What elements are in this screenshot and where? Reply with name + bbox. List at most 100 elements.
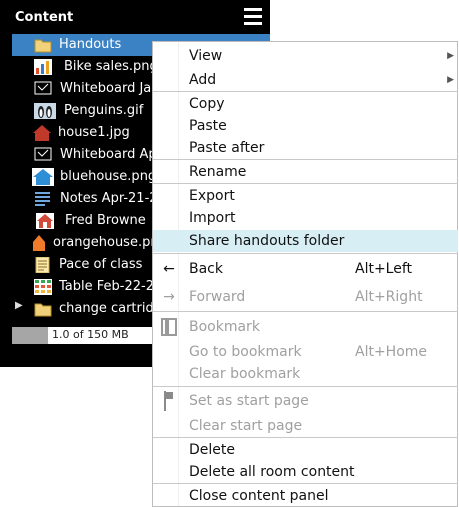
menu-item-label: Set as start page [189,393,309,409]
menu-item-shortcut: Alt+Right [355,289,423,305]
menu-item-clear-bookmark[interactable]: Clear bookmark [153,363,458,385]
blue-house-icon [32,168,54,186]
menu-item-label: Copy [189,96,225,112]
house-image-icon [33,125,51,141]
bookmark-icon [161,316,177,343]
tree-item-label: Handouts [59,37,122,52]
menu-item-shortcut: Alt+Home [355,344,428,360]
menu-item-view[interactable]: View ▶ [153,45,458,67]
menu-item-label: Go to bookmark [189,344,302,360]
folder-icon [34,303,52,317]
menu-item-bookmark[interactable]: Bookmark [153,316,458,338]
tree-item-label: Fred Browne [65,213,146,228]
tree-item-label: Pace of class [59,257,143,272]
menu-separator [153,183,458,184]
menu-separator [153,437,458,438]
menu-separator [153,483,458,484]
tree-item-whiteboard-ja[interactable]: Whiteboard Ja [32,78,152,100]
hamburger-menu-icon[interactable] [244,8,262,26]
panel-title: Content [15,10,74,25]
menu-item-paste[interactable]: Paste [153,115,458,137]
tree-item-fred-browne[interactable]: Fred Browne [32,210,152,232]
tree-item-bluehouse[interactable]: bluehouse.png [32,166,152,188]
panel-header: Content [0,0,270,36]
whiteboard-icon [34,147,52,161]
menu-item-label: View [189,48,223,64]
tree-item-label: house1.jpg [58,125,130,140]
menu-separator [153,253,458,254]
tree-item-bike-sales[interactable]: Bike sales.png [32,56,152,78]
menu-item-export[interactable]: Export [153,185,458,207]
chart-image-icon [34,59,52,75]
menu-item-import[interactable]: Import [153,207,458,229]
tree-item-label: orangehouse.pn [53,235,152,250]
tree-item-label: Table Feb-22-2 [59,279,152,294]
menu-item-delete-all-room-content[interactable]: Delete all room content [153,461,458,483]
tree-item-label: Notes Apr-21-2 [60,191,152,206]
storage-usage-fill [12,327,48,344]
menu-item-delete[interactable]: Delete [153,439,458,461]
tree-item-label: Penguins.gif [64,103,144,118]
menu-item-label: Back [189,261,223,277]
menu-item-add[interactable]: Add ▶ [153,69,458,91]
menu-item-label: Export [189,188,235,204]
tree-item-house1[interactable]: house1.jpg [32,122,152,144]
menu-item-label: Close content panel [189,488,329,504]
submenu-arrow-icon: ▶ [447,51,454,61]
menu-item-share-handouts-folder[interactable]: Share handouts folder [153,230,458,252]
tree-item-label: Bike sales.png [64,59,152,74]
tree-item-pace-of-class[interactable]: Pace of class [32,254,152,276]
menu-item-label: Import [189,210,236,226]
menu-item-label: Share handouts folder [189,233,345,249]
tree-item-change-cartridge[interactable]: change cartrid [32,298,152,320]
menu-item-clear-start-page[interactable]: Clear start page [153,415,458,437]
submenu-arrow-icon: ▶ [447,75,454,85]
notes-icon [35,192,50,206]
storage-usage-bar: 1.0 of 150 MB [12,327,154,344]
menu-separator [153,386,458,387]
menu-item-label: Delete all room content [189,464,355,480]
whiteboard-icon [34,81,52,95]
menu-item-set-as-start-page[interactable]: Set as start page [153,390,458,412]
tree-item-label: Whiteboard Ap [60,147,152,162]
context-menu: View ▶ Add ▶ Copy Paste Paste after Rena… [152,41,458,507]
expand-caret-icon[interactable]: ▶ [15,300,23,311]
tree-item-label: Whiteboard Ja [60,81,152,96]
menu-item-close-content-panel[interactable]: Close content panel [153,485,458,507]
tree-item-notes[interactable]: Notes Apr-21-2 [32,188,152,210]
tree-item-whiteboard-ap[interactable]: Whiteboard Ap [32,144,152,166]
tree-item-orangehouse[interactable]: orangehouse.pn [32,232,152,254]
menu-item-paste-after[interactable]: Paste after [153,137,458,159]
forward-arrow-icon: → [163,289,175,305]
menu-separator [153,159,458,160]
menu-item-back[interactable]: ← Back Alt+Left [153,258,458,280]
menu-item-label: Paste after [189,140,265,156]
menu-item-label: Add [189,72,217,88]
penguins-image-icon [34,103,56,119]
menu-item-shortcut: Alt+Left [355,261,413,277]
tree-item-label: change cartrid [59,301,152,316]
storage-usage-text: 1.0 of 150 MB [52,328,129,341]
orange-house-icon [33,235,45,251]
tree-item-penguins[interactable]: Penguins.gif [32,100,152,122]
menu-item-rename[interactable]: Rename [153,161,458,183]
tree-item-table[interactable]: Table Feb-22-2 [32,276,152,298]
folder-icon [34,39,52,53]
menu-item-label: Forward [189,289,246,305]
menu-item-label: Clear bookmark [189,366,301,382]
menu-separator [153,311,458,312]
menu-item-label: Paste [189,118,227,134]
menu-item-go-to-bookmark[interactable]: Go to bookmark Alt+Home [153,341,458,363]
table-icon [34,279,52,295]
flag-icon [161,390,177,418]
menu-item-copy[interactable]: Copy [153,93,458,115]
menu-item-forward[interactable]: → Forward Alt+Right [153,286,458,308]
menu-item-label: Delete [189,442,235,458]
menu-item-label: Clear start page [189,418,303,434]
fred-house-icon [36,213,54,229]
back-arrow-icon: ← [163,261,175,277]
menu-item-label: Rename [189,164,247,180]
menu-item-label: Bookmark [189,319,260,335]
document-icon [35,257,50,273]
tree-item-label: bluehouse.png [60,169,152,184]
